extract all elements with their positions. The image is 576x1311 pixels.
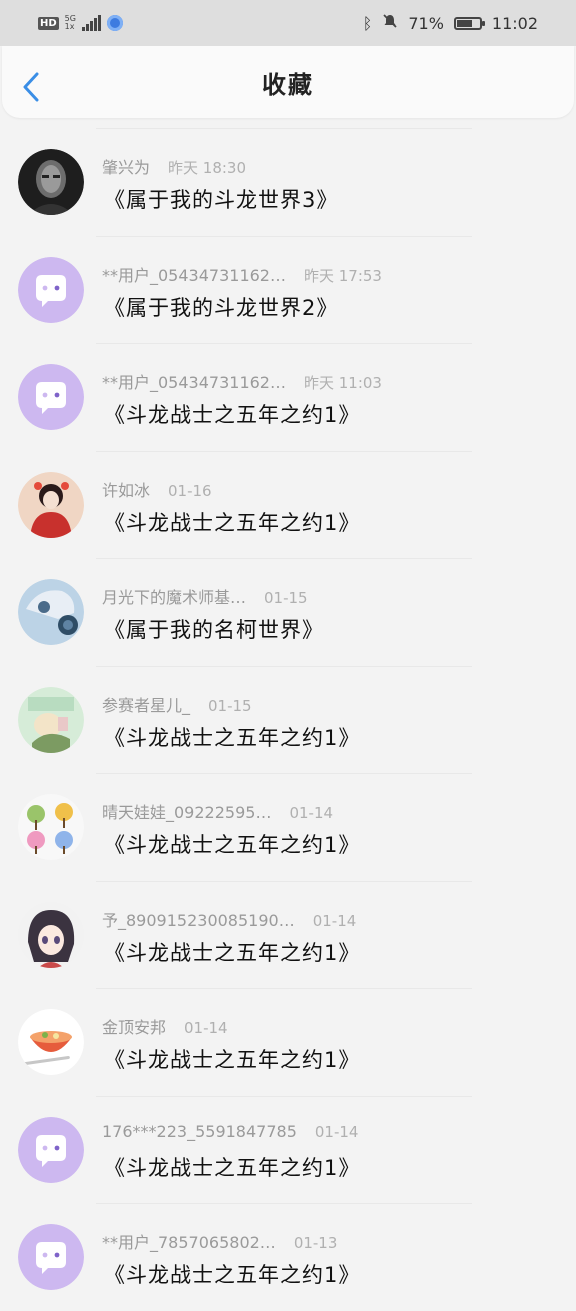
work-title: 《斗龙战士之五年之约1》 xyxy=(104,940,361,965)
avatar[interactable] xyxy=(18,579,84,645)
divider xyxy=(96,665,472,667)
divider xyxy=(96,1203,472,1204)
hd-badge: HD xyxy=(38,16,59,30)
post-time: 01-16 xyxy=(168,481,212,500)
avatar[interactable] xyxy=(18,1224,84,1290)
author-name: 金顶安邦 xyxy=(102,1018,167,1037)
post-time: 01-14 xyxy=(184,1019,228,1037)
item-meta: 晴天娃娃_09222595… 01-14 xyxy=(102,799,333,823)
post-time: 01-14 xyxy=(312,911,357,930)
signal-icon xyxy=(81,15,101,31)
divider xyxy=(96,128,472,129)
work-title: 《斗龙战士之五年之约1》 xyxy=(104,1263,361,1287)
list-item[interactable]: 金顶安邦 01-14 《斗龙战士之五年之约1》 xyxy=(0,988,576,1096)
avatar[interactable] xyxy=(18,901,84,968)
avatar[interactable] xyxy=(18,364,84,430)
work-title: 《属于我的名柯世界》 xyxy=(104,618,324,642)
item-meta: 许如冰 01-16 xyxy=(102,477,212,501)
post-time: 01-15 xyxy=(208,696,252,715)
page-title: 收藏 xyxy=(262,70,314,99)
battery-fill xyxy=(456,19,472,27)
list-item[interactable]: 许如冰 01-16 《斗龙战士之五年之约1》 xyxy=(0,450,576,559)
item-meta: 予_890915230085190… 01-14 xyxy=(102,907,356,931)
avatar[interactable] xyxy=(18,256,84,323)
clock: 11:02 xyxy=(491,13,538,33)
post-time: 01-14 xyxy=(314,1122,359,1141)
post-time: 01-14 xyxy=(289,804,334,822)
post-time: 昨天 18:30 xyxy=(168,159,247,177)
divider xyxy=(96,558,472,559)
author-name: 肇兴为 xyxy=(102,158,151,177)
post-time: 01-15 xyxy=(264,589,308,607)
list-item[interactable]: 月光下的魔术师基… 01-15 《属于我的名柯世界》 xyxy=(0,558,576,666)
work-title: 《斗龙战士之五年之约1》 xyxy=(104,1048,361,1072)
divider xyxy=(96,988,472,989)
item-meta: 176***223_5591847785 01-14 xyxy=(102,1122,358,1141)
author-name: 许如冰 xyxy=(102,480,151,500)
item-meta: **用户_05434731162… 昨天 11:03 xyxy=(102,369,382,393)
item-meta: 月光下的魔术师基… 01-15 xyxy=(102,584,308,608)
avatar[interactable] xyxy=(18,794,84,860)
post-time: 01-13 xyxy=(293,1234,338,1252)
item-meta: **用户_7857065802… 01-13 xyxy=(102,1229,337,1253)
item-meta: 金顶安邦 01-14 xyxy=(102,1014,228,1038)
battery-percent: 71% xyxy=(408,13,444,33)
work-title: 《属于我的斗龙世界2》 xyxy=(104,295,339,320)
status-bar: HD 5G 1x ᛒ 71% 11:02 xyxy=(0,0,576,46)
item-meta: **用户_05434731162… 昨天 17:53 xyxy=(102,262,382,286)
item-meta: 肇兴为 昨天 18:30 xyxy=(102,154,246,178)
author-name: 176***223_5591847785 xyxy=(102,1121,297,1141)
divider xyxy=(96,343,472,344)
avatar[interactable] xyxy=(18,1116,84,1183)
chevron-left-icon xyxy=(23,72,39,102)
avatar[interactable] xyxy=(18,471,84,538)
author-name: 予_890915230085190… xyxy=(102,910,295,930)
post-time: 昨天 17:53 xyxy=(303,266,382,285)
work-title: 《属于我的斗龙世界3》 xyxy=(104,188,339,212)
author-name: **用户_05434731162… xyxy=(102,373,286,392)
back-button[interactable] xyxy=(20,72,44,102)
author-name: 晴天娃娃_09222595… xyxy=(102,803,272,822)
avatar[interactable] xyxy=(18,149,84,215)
divider xyxy=(96,773,472,774)
bluetooth-icon: ᛒ xyxy=(362,13,373,33)
work-title: 《斗龙战士之五年之约1》 xyxy=(104,1155,361,1180)
list-item[interactable]: **用户_05434731162… 昨天 17:53 《属于我的斗龙世界2》 xyxy=(0,235,576,344)
battery-icon xyxy=(453,16,485,30)
divider xyxy=(96,235,472,237)
work-title: 《斗龙战士之五年之约1》 xyxy=(104,403,361,427)
item-meta: 参赛者星儿_ 01-15 xyxy=(102,692,252,716)
list-item[interactable]: 176***223_5591847785 01-14 《斗龙战士之五年之约1》 xyxy=(0,1095,576,1204)
network-label: 5G 1x xyxy=(64,14,76,31)
list-item[interactable]: 晴天娃娃_09222595… 01-14 《斗龙战士之五年之约1》 xyxy=(0,773,576,881)
work-title: 《斗龙战士之五年之约1》 xyxy=(104,833,361,857)
work-title: 《斗龙战士之五年之约1》 xyxy=(104,510,361,535)
post-time: 昨天 11:03 xyxy=(303,374,382,392)
avatar[interactable] xyxy=(18,1009,84,1075)
divider xyxy=(96,880,472,882)
divider xyxy=(96,450,472,452)
avatar[interactable] xyxy=(18,686,84,753)
author-name: **用户_05434731162… xyxy=(102,265,286,285)
author-name: 月光下的魔术师基… xyxy=(102,588,247,607)
list-item[interactable]: **用户_05434731162… 昨天 11:03 《斗龙战士之五年之约1》 xyxy=(0,343,576,451)
mute-bell-icon xyxy=(382,13,398,33)
browser-icon xyxy=(106,15,123,31)
list-item[interactable]: 参赛者星儿_ 01-15 《斗龙战士之五年之约1》 xyxy=(0,665,576,774)
favorites-list: 肇兴为 昨天 18:30 《属于我的斗龙世界3》 **用户_05434731162… 昨… xyxy=(0,128,576,1311)
author-name: **用户_7857065802… xyxy=(102,1233,276,1252)
list-item[interactable]: 肇兴为 昨天 18:30 《属于我的斗龙世界3》 xyxy=(0,128,576,236)
divider xyxy=(96,1095,472,1097)
list-item[interactable]: **用户_7857065802… 01-13 《斗龙战士之五年之约1》 xyxy=(0,1203,576,1311)
app-header: 收藏 xyxy=(2,46,574,118)
author-name: 参赛者星儿_ xyxy=(102,695,191,715)
work-title: 《斗龙战士之五年之约1》 xyxy=(104,725,361,750)
list-item[interactable]: 予_890915230085190… 01-14 《斗龙战士之五年之约1》 xyxy=(0,880,576,989)
